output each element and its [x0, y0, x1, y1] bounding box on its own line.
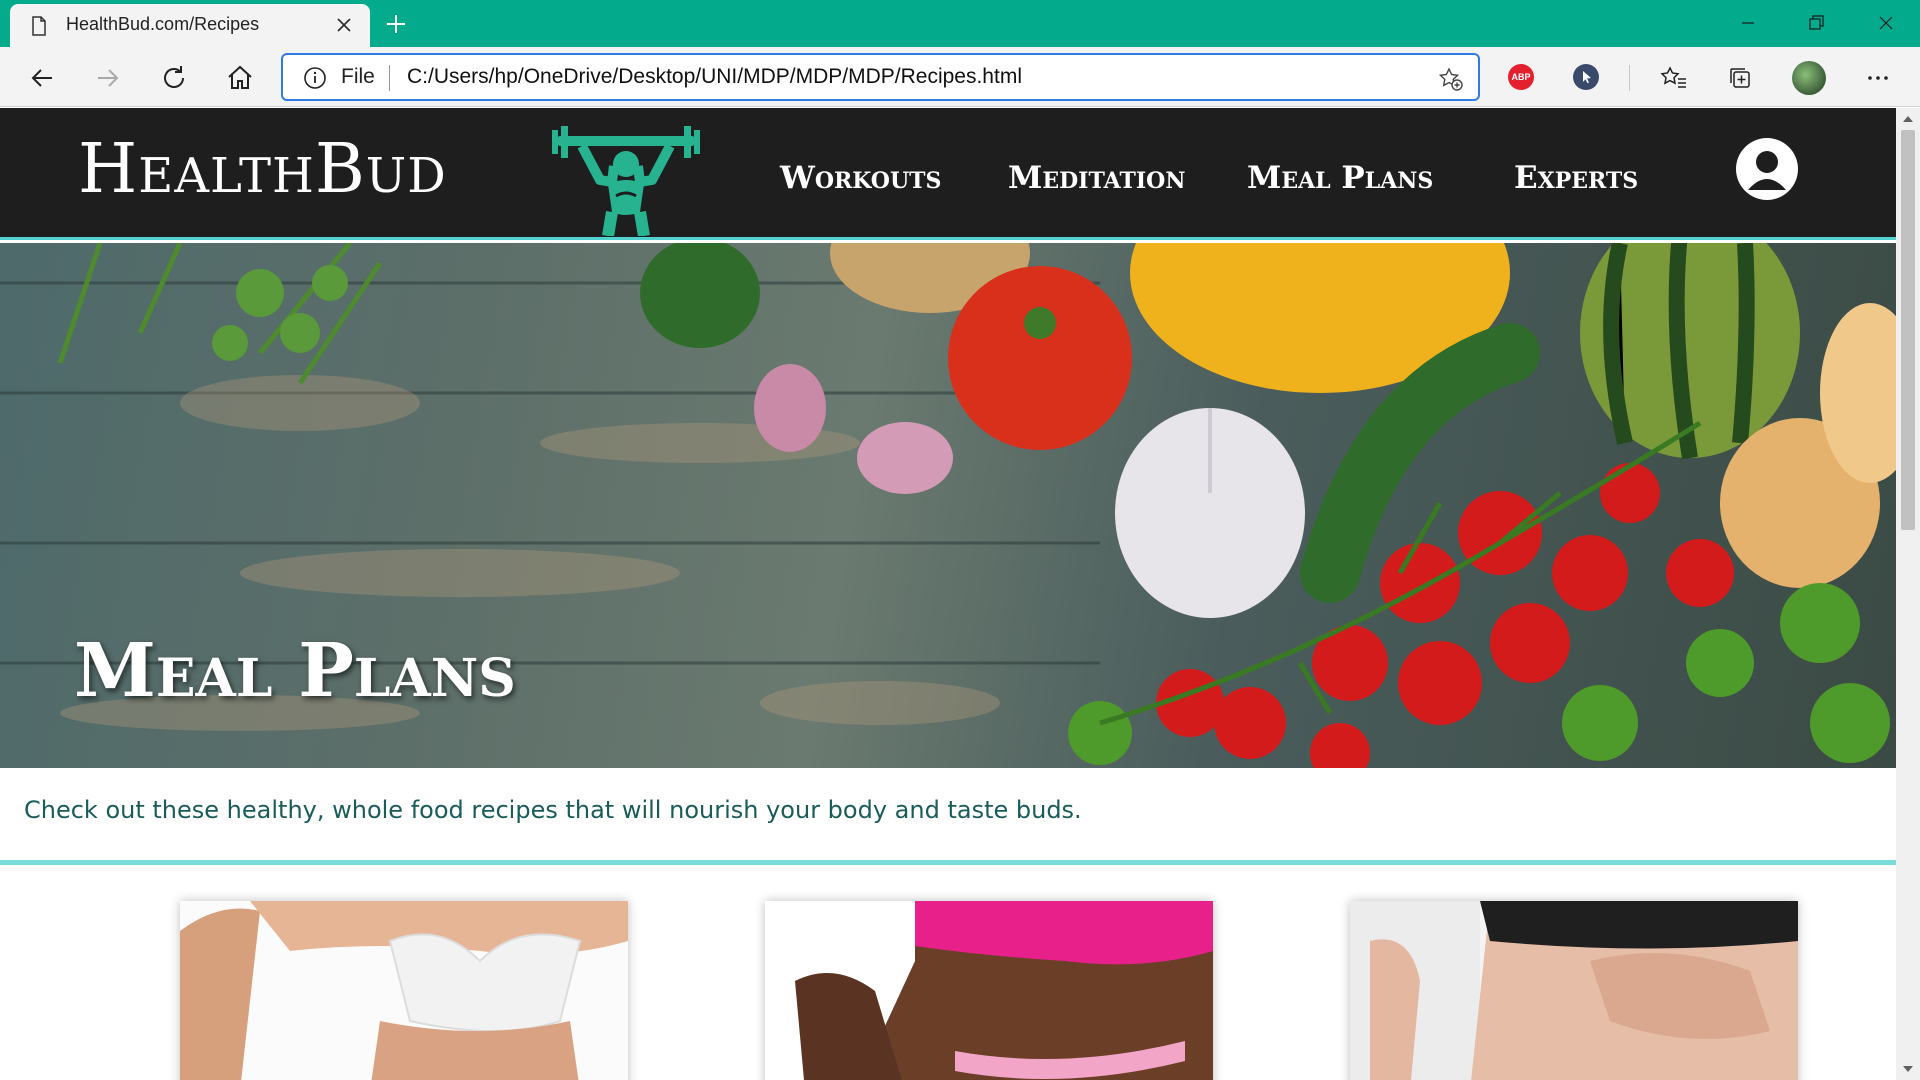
close-window-icon[interactable]: [1866, 8, 1906, 38]
close-icon[interactable]: [332, 13, 356, 37]
recipe-card[interactable]: [765, 901, 1213, 1080]
address-divider: [389, 65, 390, 91]
nav-meditation[interactable]: Meditation: [1008, 160, 1185, 196]
info-icon[interactable]: [303, 66, 327, 90]
recipe-card[interactable]: [1350, 901, 1798, 1080]
back-icon[interactable]: [26, 62, 58, 94]
scrollbar-thumb[interactable]: [1901, 130, 1915, 530]
woman-measuring-tape-photo-icon: [765, 901, 1213, 1080]
page-scrollbar[interactable]: [1896, 108, 1920, 1080]
address-url[interactable]: C:/Users/hp/OneDrive/Desktop/UNI/MDP/MDP…: [407, 65, 1022, 89]
collections-icon[interactable]: [1724, 62, 1756, 94]
woman-hands-on-belly-photo-icon: [1350, 901, 1798, 1080]
scroll-up-icon[interactable]: [1902, 114, 1914, 124]
scroll-down-icon[interactable]: [1902, 1064, 1914, 1074]
address-scheme: File: [341, 65, 375, 88]
hero-banner: Meal Plans: [0, 243, 1896, 768]
nav-meal-plans[interactable]: Meal Plans: [1247, 160, 1433, 196]
cursor-icon: [1583, 71, 1591, 84]
page-viewport: HealthBud Workouts Meditation Meal Plans…: [0, 108, 1896, 1080]
site-logo[interactable]: HealthBud: [78, 130, 447, 209]
nav-workouts[interactable]: Workouts: [780, 160, 941, 196]
browser-tab-bar: HealthBud.com/Recipes: [0, 0, 1920, 47]
browser-tab[interactable]: HealthBud.com/Recipes: [10, 4, 370, 47]
new-tab-icon[interactable]: [382, 10, 410, 38]
tab-title: HealthBud.com/Recipes: [66, 14, 260, 34]
home-icon[interactable]: [224, 62, 256, 94]
section-divider: [0, 860, 1896, 865]
add-favorite-icon[interactable]: [1438, 66, 1464, 92]
toolbar-divider: [1629, 65, 1630, 91]
recipe-card[interactable]: [180, 901, 628, 1080]
page-icon: [32, 16, 46, 36]
cursor-extension-icon[interactable]: [1573, 64, 1599, 90]
favorites-icon[interactable]: [1658, 62, 1690, 94]
address-bar[interactable]: File C:/Users/hp/OneDrive/Desktop/UNI/MD…: [281, 53, 1480, 101]
minimize-icon[interactable]: [1728, 8, 1768, 38]
refresh-icon[interactable]: [158, 62, 190, 94]
nav-experts[interactable]: Experts: [1514, 160, 1638, 196]
person-icon: [1748, 151, 1786, 190]
profile-avatar[interactable]: [1792, 61, 1826, 95]
adblock-extension-icon[interactable]: ABP: [1508, 64, 1534, 90]
forward-icon[interactable]: [92, 62, 124, 94]
hero-title: Meal Plans: [74, 628, 516, 714]
user-account-icon[interactable]: [1736, 138, 1798, 200]
weightlifter-logo-icon: [552, 126, 700, 236]
site-header: HealthBud Workouts Meditation Meal Plans…: [0, 108, 1896, 240]
intro-text: Check out these healthy, whole food reci…: [24, 796, 1082, 824]
woman-white-top-photo-icon: [180, 901, 628, 1080]
browser-toolbar: File C:/Users/hp/OneDrive/Desktop/UNI/MD…: [0, 47, 1920, 107]
restore-icon[interactable]: [1796, 8, 1836, 38]
more-options-icon[interactable]: [1862, 62, 1894, 94]
